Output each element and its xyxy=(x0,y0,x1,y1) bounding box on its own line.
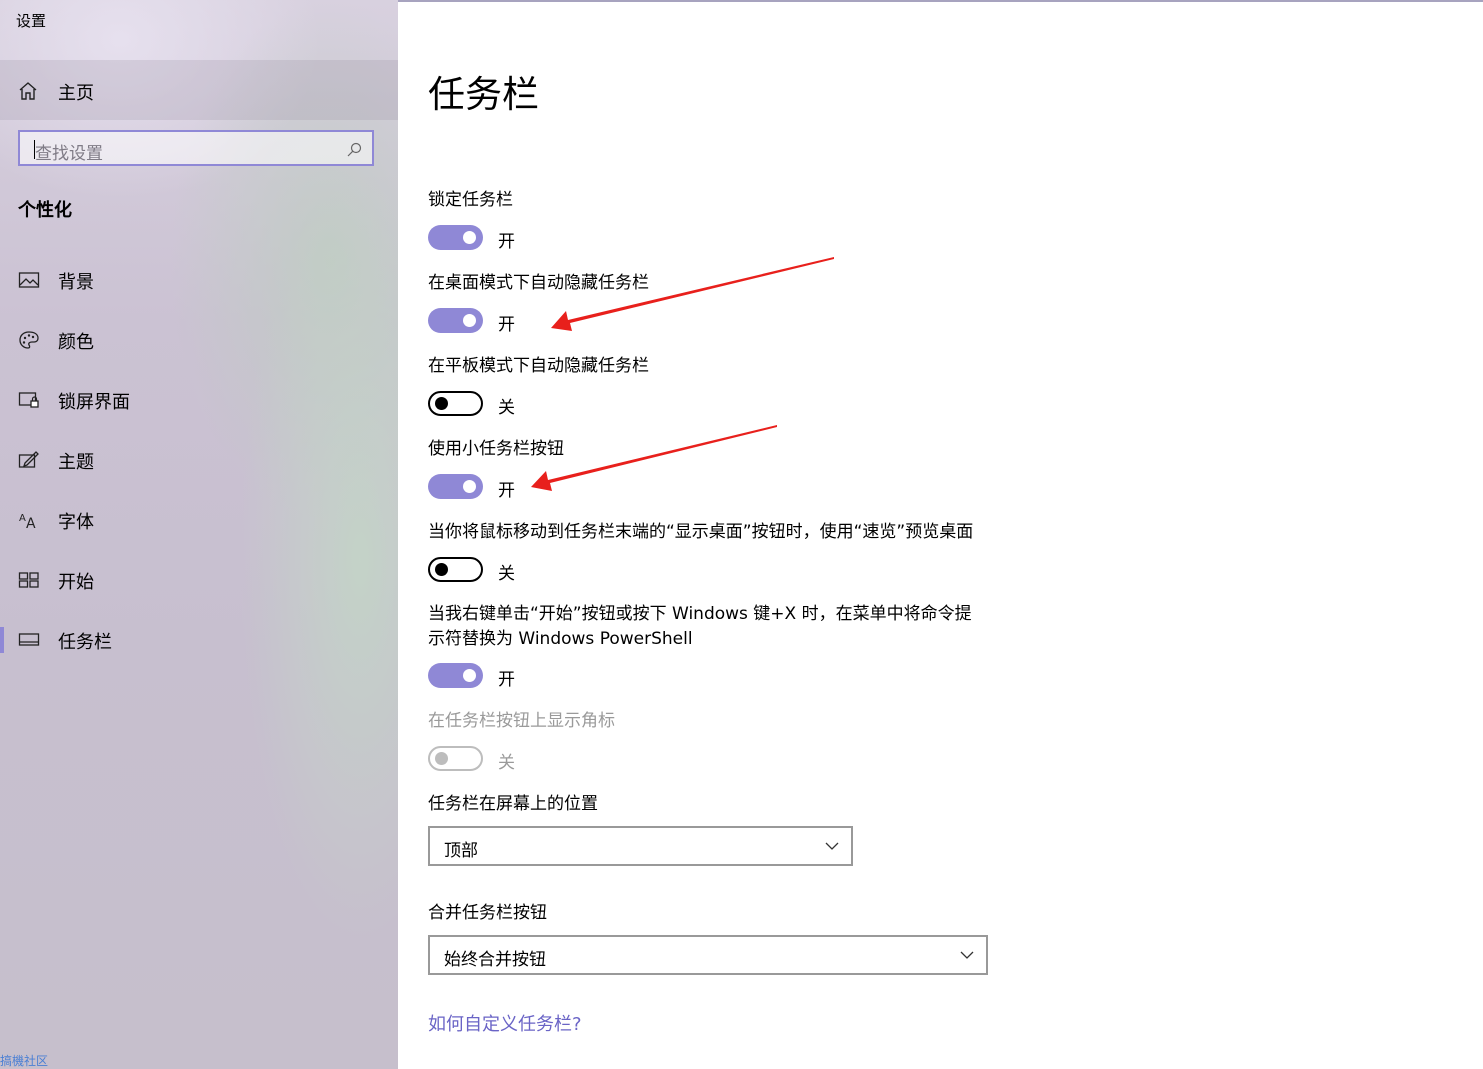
annotation-arrow-1 xyxy=(551,257,834,331)
annotation-arrow-2 xyxy=(531,425,777,491)
annotation-arrows xyxy=(531,257,834,491)
